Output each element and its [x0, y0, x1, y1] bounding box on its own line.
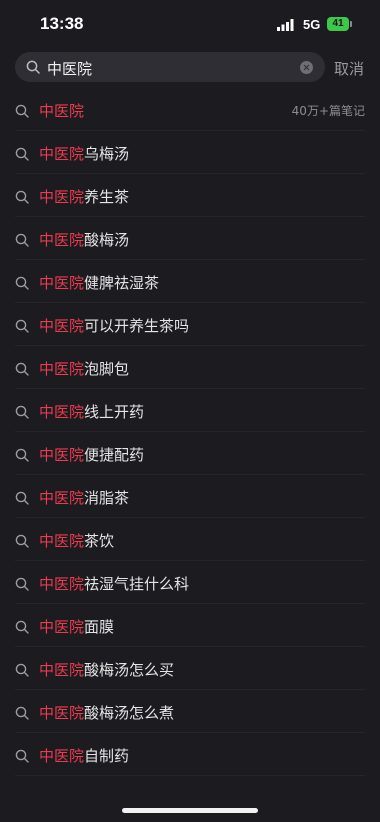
- search-input[interactable]: 中医院: [15, 52, 325, 82]
- suggestion-highlight: 中医院: [39, 102, 85, 120]
- suggestion-label: 中医院乌梅汤: [39, 143, 129, 164]
- suggestion-label: 中医院便捷配药: [39, 444, 144, 465]
- status-bar: 13:38 5G 41: [0, 0, 380, 48]
- suggestion-item[interactable]: 中医院 40万+篇笔记: [0, 88, 380, 131]
- search-icon: [15, 748, 29, 763]
- suggestion-item[interactable]: 中医院面膜: [0, 604, 380, 647]
- search-icon: [15, 361, 29, 376]
- search-icon: [15, 576, 29, 591]
- suggestion-item[interactable]: 中医院线上开药: [0, 389, 380, 432]
- search-icon: [15, 619, 29, 634]
- network-type: 5G: [303, 17, 321, 32]
- search-bar: 中医院 取消: [0, 52, 380, 82]
- battery-icon: 41: [327, 17, 349, 31]
- suggestion-text: 泡脚包: [84, 360, 130, 378]
- suggestion-text: 茶饮: [84, 532, 115, 550]
- suggestion-item[interactable]: 中医院祛湿气挂什么科: [0, 561, 380, 604]
- suggestion-item[interactable]: 中医院养生茶: [0, 174, 380, 217]
- suggestion-label: 中医院祛湿气挂什么科: [39, 573, 189, 594]
- suggestion-text: 祛湿气挂什么科: [84, 575, 190, 593]
- suggestion-label: 中医院泡脚包: [39, 358, 129, 379]
- suggestion-highlight: 中医院: [39, 747, 85, 765]
- search-icon: [15, 189, 29, 204]
- search-icon: [15, 275, 29, 290]
- suggestion-highlight: 中医院: [39, 317, 85, 335]
- suggestion-item[interactable]: 中医院可以开养生茶吗: [0, 303, 380, 346]
- suggestion-highlight: 中医院: [39, 532, 85, 550]
- suggestion-highlight: 中医院: [39, 403, 85, 421]
- search-icon: [15, 705, 29, 720]
- suggestion-text: 养生茶: [84, 188, 130, 206]
- search-icon: [15, 318, 29, 333]
- suggestion-label: 中医院茶饮: [39, 530, 114, 551]
- suggestion-text: 可以开养生茶吗: [84, 317, 190, 335]
- suggestion-item[interactable]: 中医院茶饮: [0, 518, 380, 561]
- clear-icon[interactable]: [300, 61, 313, 74]
- suggestion-label: 中医院面膜: [39, 616, 114, 637]
- suggestion-item[interactable]: 中医院乌梅汤: [0, 131, 380, 174]
- suggestion-label: 中医院自制药: [39, 745, 129, 766]
- suggestion-item[interactable]: 中医院酸梅汤怎么买: [0, 647, 380, 690]
- suggestion-label: 中医院酸梅汤怎么煮: [39, 702, 174, 723]
- suggestion-text: 便捷配药: [84, 446, 145, 464]
- suggestion-label: 中医院养生茶: [39, 186, 129, 207]
- search-icon: [15, 447, 29, 462]
- search-icon: [15, 662, 29, 677]
- suggestion-text: 面膜: [84, 618, 115, 636]
- cancel-button[interactable]: 取消: [334, 58, 364, 79]
- search-icon: [15, 533, 29, 548]
- suggestion-label: 中医院酸梅汤怎么买: [39, 659, 174, 680]
- suggestion-highlight: 中医院: [39, 188, 85, 206]
- suggestion-text: 消脂茶: [84, 489, 130, 507]
- search-icon: [15, 103, 29, 118]
- suggestion-item[interactable]: 中医院健脾祛湿茶: [0, 260, 380, 303]
- suggestion-text: 健脾祛湿茶: [84, 274, 160, 292]
- suggestion-item[interactable]: 中医院酸梅汤: [0, 217, 380, 260]
- suggestion-text: 酸梅汤: [84, 231, 130, 249]
- suggestion-highlight: 中医院: [39, 145, 85, 163]
- suggestion-item[interactable]: 中医院酸梅汤怎么煮: [0, 690, 380, 733]
- suggestion-highlight: 中医院: [39, 231, 85, 249]
- search-query[interactable]: 中医院: [47, 58, 92, 79]
- search-icon: [26, 60, 40, 74]
- suggestion-text: 酸梅汤怎么煮: [84, 704, 175, 722]
- suggestion-highlight: 中医院: [39, 704, 85, 722]
- suggestion-text: 线上开药: [84, 403, 145, 421]
- suggestion-highlight: 中医院: [39, 575, 85, 593]
- suggestion-label: 中医院消脂茶: [39, 487, 129, 508]
- status-time: 13:38: [40, 14, 84, 33]
- suggestion-text: 乌梅汤: [84, 145, 130, 163]
- suggestion-highlight: 中医院: [39, 661, 85, 679]
- suggestion-item[interactable]: 中医院自制药: [0, 733, 380, 776]
- suggestion-text: 自制药: [84, 747, 130, 765]
- search-icon: [15, 404, 29, 419]
- suggestion-highlight: 中医院: [39, 618, 85, 636]
- suggestion-label: 中医院可以开养生茶吗: [39, 315, 189, 336]
- note-count: 40万+篇笔记: [291, 104, 365, 118]
- suggestion-highlight: 中医院: [39, 489, 85, 507]
- suggestion-item[interactable]: 中医院泡脚包: [0, 346, 380, 389]
- suggestion-highlight: 中医院: [39, 446, 85, 464]
- suggestion-highlight: 中医院: [39, 274, 85, 292]
- home-indicator[interactable]: [122, 808, 258, 813]
- suggestion-item[interactable]: 中医院便捷配药: [0, 432, 380, 475]
- suggestion-label: 中医院线上开药: [39, 401, 144, 422]
- suggestion-label: 中医院酸梅汤: [39, 229, 129, 250]
- suggestion-highlight: 中医院: [39, 360, 85, 378]
- suggestion-label: 中医院健脾祛湿茶: [39, 272, 159, 293]
- search-icon: [15, 490, 29, 505]
- suggestion-item[interactable]: 中医院消脂茶: [0, 475, 380, 518]
- battery-tip: [350, 21, 352, 27]
- suggestion-list: 中医院 40万+篇笔记 中医院乌梅汤 中医院养生茶 中医院酸梅汤 中医院健脾祛湿茶 中医院可…: [0, 88, 380, 776]
- search-icon: [15, 146, 29, 161]
- search-icon: [15, 232, 29, 247]
- suggestion-text: 酸梅汤怎么买: [84, 661, 175, 679]
- signal-icon: [277, 19, 294, 31]
- suggestion-label: 中医院: [39, 100, 84, 121]
